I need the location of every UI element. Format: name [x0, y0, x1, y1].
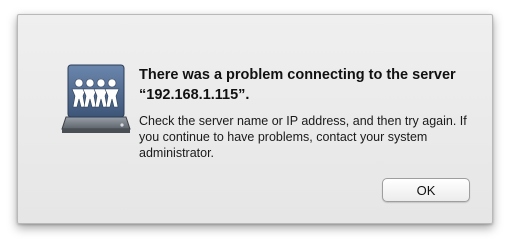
alert-message: Check the server name or IP address, and…	[139, 114, 467, 160]
network-server-icon	[56, 59, 136, 139]
ok-button[interactable]: OK	[382, 178, 470, 202]
alert-dialog: There was a problem connecting to the se…	[17, 14, 493, 224]
alert-title: There was a problem connecting to the se…	[139, 67, 456, 103]
